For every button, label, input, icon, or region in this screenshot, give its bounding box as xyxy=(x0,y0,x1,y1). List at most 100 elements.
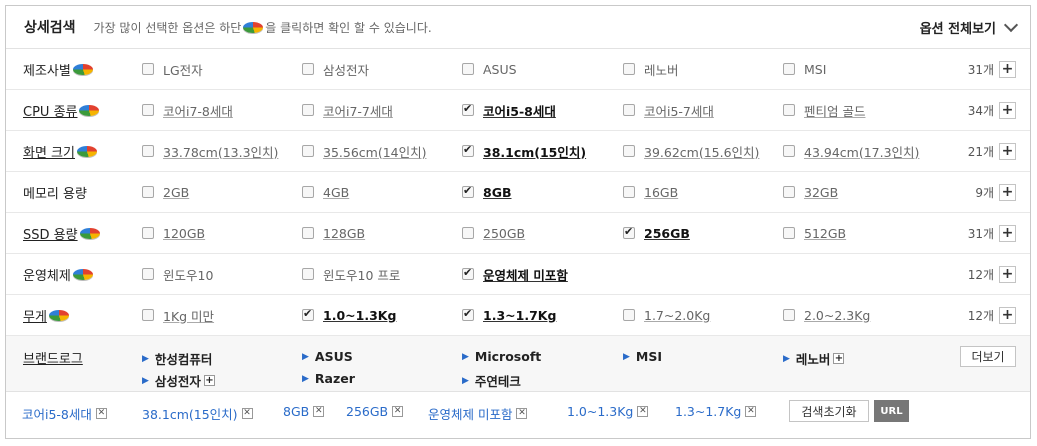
pie-chart-icon[interactable] xyxy=(72,268,93,280)
checkbox[interactable] xyxy=(302,145,314,157)
brand-link[interactable]: ▶ Razer xyxy=(302,371,355,386)
checkbox[interactable] xyxy=(623,63,635,75)
reset-search-button[interactable]: 검색초기화 xyxy=(789,400,869,422)
selected-tag[interactable]: 256GB ✕ xyxy=(346,404,404,419)
expand-plus-button[interactable]: + xyxy=(999,306,1016,324)
checkbox[interactable] xyxy=(462,102,474,116)
filter-option[interactable]: ASUS xyxy=(462,62,517,77)
filter-option[interactable]: 윈도우10 프로 xyxy=(302,265,400,284)
expand-plus-button[interactable]: + xyxy=(999,142,1016,160)
pie-chart-icon[interactable] xyxy=(79,227,100,239)
filter-option[interactable]: 39.62cm(15.6인치) xyxy=(623,142,759,161)
checkbox[interactable] xyxy=(462,307,474,321)
filter-option[interactable]: LG전자 xyxy=(142,60,203,79)
filter-option[interactable]: 16GB xyxy=(623,185,678,200)
filter-option[interactable]: 2.0~2.3Kg xyxy=(783,308,870,323)
filter-option[interactable]: MSI xyxy=(783,62,826,77)
filter-option[interactable]: 코어i7-8세대 xyxy=(142,101,233,120)
filter-option[interactable]: 1.3~1.7Kg xyxy=(462,307,556,323)
pie-chart-icon[interactable] xyxy=(72,63,93,75)
filter-option[interactable]: 256GB xyxy=(623,225,690,241)
close-icon[interactable]: ✕ xyxy=(745,406,757,417)
filter-option[interactable]: 1Kg 미만 xyxy=(142,306,214,325)
url-button[interactable]: URL xyxy=(874,400,909,422)
close-icon[interactable]: ✕ xyxy=(637,406,649,417)
filter-option[interactable]: 35.56cm(14인치) xyxy=(302,142,427,161)
more-button[interactable]: 더보기 xyxy=(960,346,1016,367)
expand-plus-button[interactable]: + xyxy=(999,101,1016,119)
filter-label[interactable]: 메모리 용량 xyxy=(23,183,87,202)
filter-option[interactable]: 펜티엄 골드 xyxy=(783,101,865,120)
checkbox[interactable] xyxy=(142,145,154,157)
selected-tag[interactable]: 38.1cm(15인치) ✕ xyxy=(142,404,253,423)
checkbox[interactable] xyxy=(462,227,474,239)
checkbox[interactable] xyxy=(462,143,474,157)
checkbox[interactable] xyxy=(462,266,474,280)
filter-option[interactable]: 1.7~2.0Kg xyxy=(623,308,710,323)
pie-chart-icon[interactable] xyxy=(48,309,69,321)
filter-option[interactable]: 33.78cm(13.3인치) xyxy=(142,142,278,161)
checkbox[interactable] xyxy=(783,309,795,321)
selected-tag[interactable]: 1.0~1.3Kg ✕ xyxy=(567,404,649,419)
filter-option[interactable]: 1.0~1.3Kg xyxy=(302,307,396,323)
pie-chart-icon[interactable] xyxy=(79,104,100,116)
checkbox[interactable] xyxy=(142,186,154,198)
filter-option[interactable]: 레노버 xyxy=(623,60,679,79)
brand-link[interactable]: ▶ 삼성전자 + xyxy=(142,371,215,390)
close-icon[interactable]: ✕ xyxy=(313,406,325,417)
checkbox[interactable] xyxy=(302,63,314,75)
view-all-options-button[interactable]: 옵션 전체보기 xyxy=(920,17,1019,37)
checkbox[interactable] xyxy=(623,309,635,321)
expand-plus-button[interactable]: + xyxy=(999,60,1016,78)
checkbox[interactable] xyxy=(783,227,795,239)
filter-option[interactable]: 삼성전자 xyxy=(302,60,369,79)
close-icon[interactable]: ✕ xyxy=(241,408,253,419)
checkbox[interactable] xyxy=(142,63,154,75)
checkbox[interactable] xyxy=(462,184,474,198)
filter-option[interactable]: 코어i5-8세대 xyxy=(462,101,556,120)
brand-link[interactable]: ▶ Microsoft xyxy=(462,349,541,364)
filter-option[interactable]: 128GB xyxy=(302,226,365,241)
pie-chart-icon[interactable] xyxy=(76,145,97,157)
checkbox[interactable] xyxy=(462,63,474,75)
close-icon[interactable]: ✕ xyxy=(392,406,404,417)
checkbox[interactable] xyxy=(302,186,314,198)
checkbox[interactable] xyxy=(302,268,314,280)
filter-label[interactable]: 무게 xyxy=(23,306,71,325)
expand-plus-button[interactable]: + xyxy=(999,183,1016,201)
brand-link[interactable]: ▶ 한성컴퓨터 xyxy=(142,349,212,368)
plus-icon[interactable]: + xyxy=(833,353,845,364)
checkbox[interactable] xyxy=(302,104,314,116)
filter-option[interactable]: 512GB xyxy=(783,226,846,241)
brand-link[interactable]: ▶ MSI xyxy=(623,349,662,364)
checkbox[interactable] xyxy=(142,227,154,239)
checkbox[interactable] xyxy=(783,186,795,198)
checkbox[interactable] xyxy=(623,225,635,239)
checkbox[interactable] xyxy=(623,186,635,198)
close-icon[interactable]: ✕ xyxy=(95,408,107,419)
filter-option[interactable]: 4GB xyxy=(302,185,349,200)
filter-option[interactable]: 43.94cm(17.3인치) xyxy=(783,142,919,161)
checkbox[interactable] xyxy=(783,63,795,75)
checkbox[interactable] xyxy=(302,227,314,239)
checkbox[interactable] xyxy=(142,104,154,116)
brand-link[interactable]: ▶ 주연테크 xyxy=(462,371,521,390)
filter-label[interactable]: CPU 종류 xyxy=(23,101,101,120)
brand-link[interactable]: ▶ 레노버 + xyxy=(783,349,845,368)
checkbox[interactable] xyxy=(623,145,635,157)
selected-tag[interactable]: 운영체제 미포함 ✕ xyxy=(428,404,528,423)
filter-option[interactable]: 8GB xyxy=(462,184,512,200)
filter-option[interactable]: 32GB xyxy=(783,185,838,200)
filter-option[interactable]: 코어i7-7세대 xyxy=(302,101,393,120)
brand-log-label[interactable]: 브랜드로그 xyxy=(23,348,83,367)
close-icon[interactable]: ✕ xyxy=(516,408,528,419)
expand-plus-button[interactable]: + xyxy=(999,265,1016,283)
expand-plus-button[interactable]: + xyxy=(999,224,1016,242)
filter-option[interactable]: 250GB xyxy=(462,226,525,241)
checkbox[interactable] xyxy=(623,104,635,116)
filter-option[interactable]: 코어i5-7세대 xyxy=(623,101,714,120)
filter-option[interactable]: 2GB xyxy=(142,185,189,200)
selected-tag[interactable]: 1.3~1.7Kg ✕ xyxy=(675,404,757,419)
filter-option[interactable]: 윈도우10 xyxy=(142,265,213,284)
filter-label[interactable]: 화면 크기 xyxy=(23,142,99,161)
